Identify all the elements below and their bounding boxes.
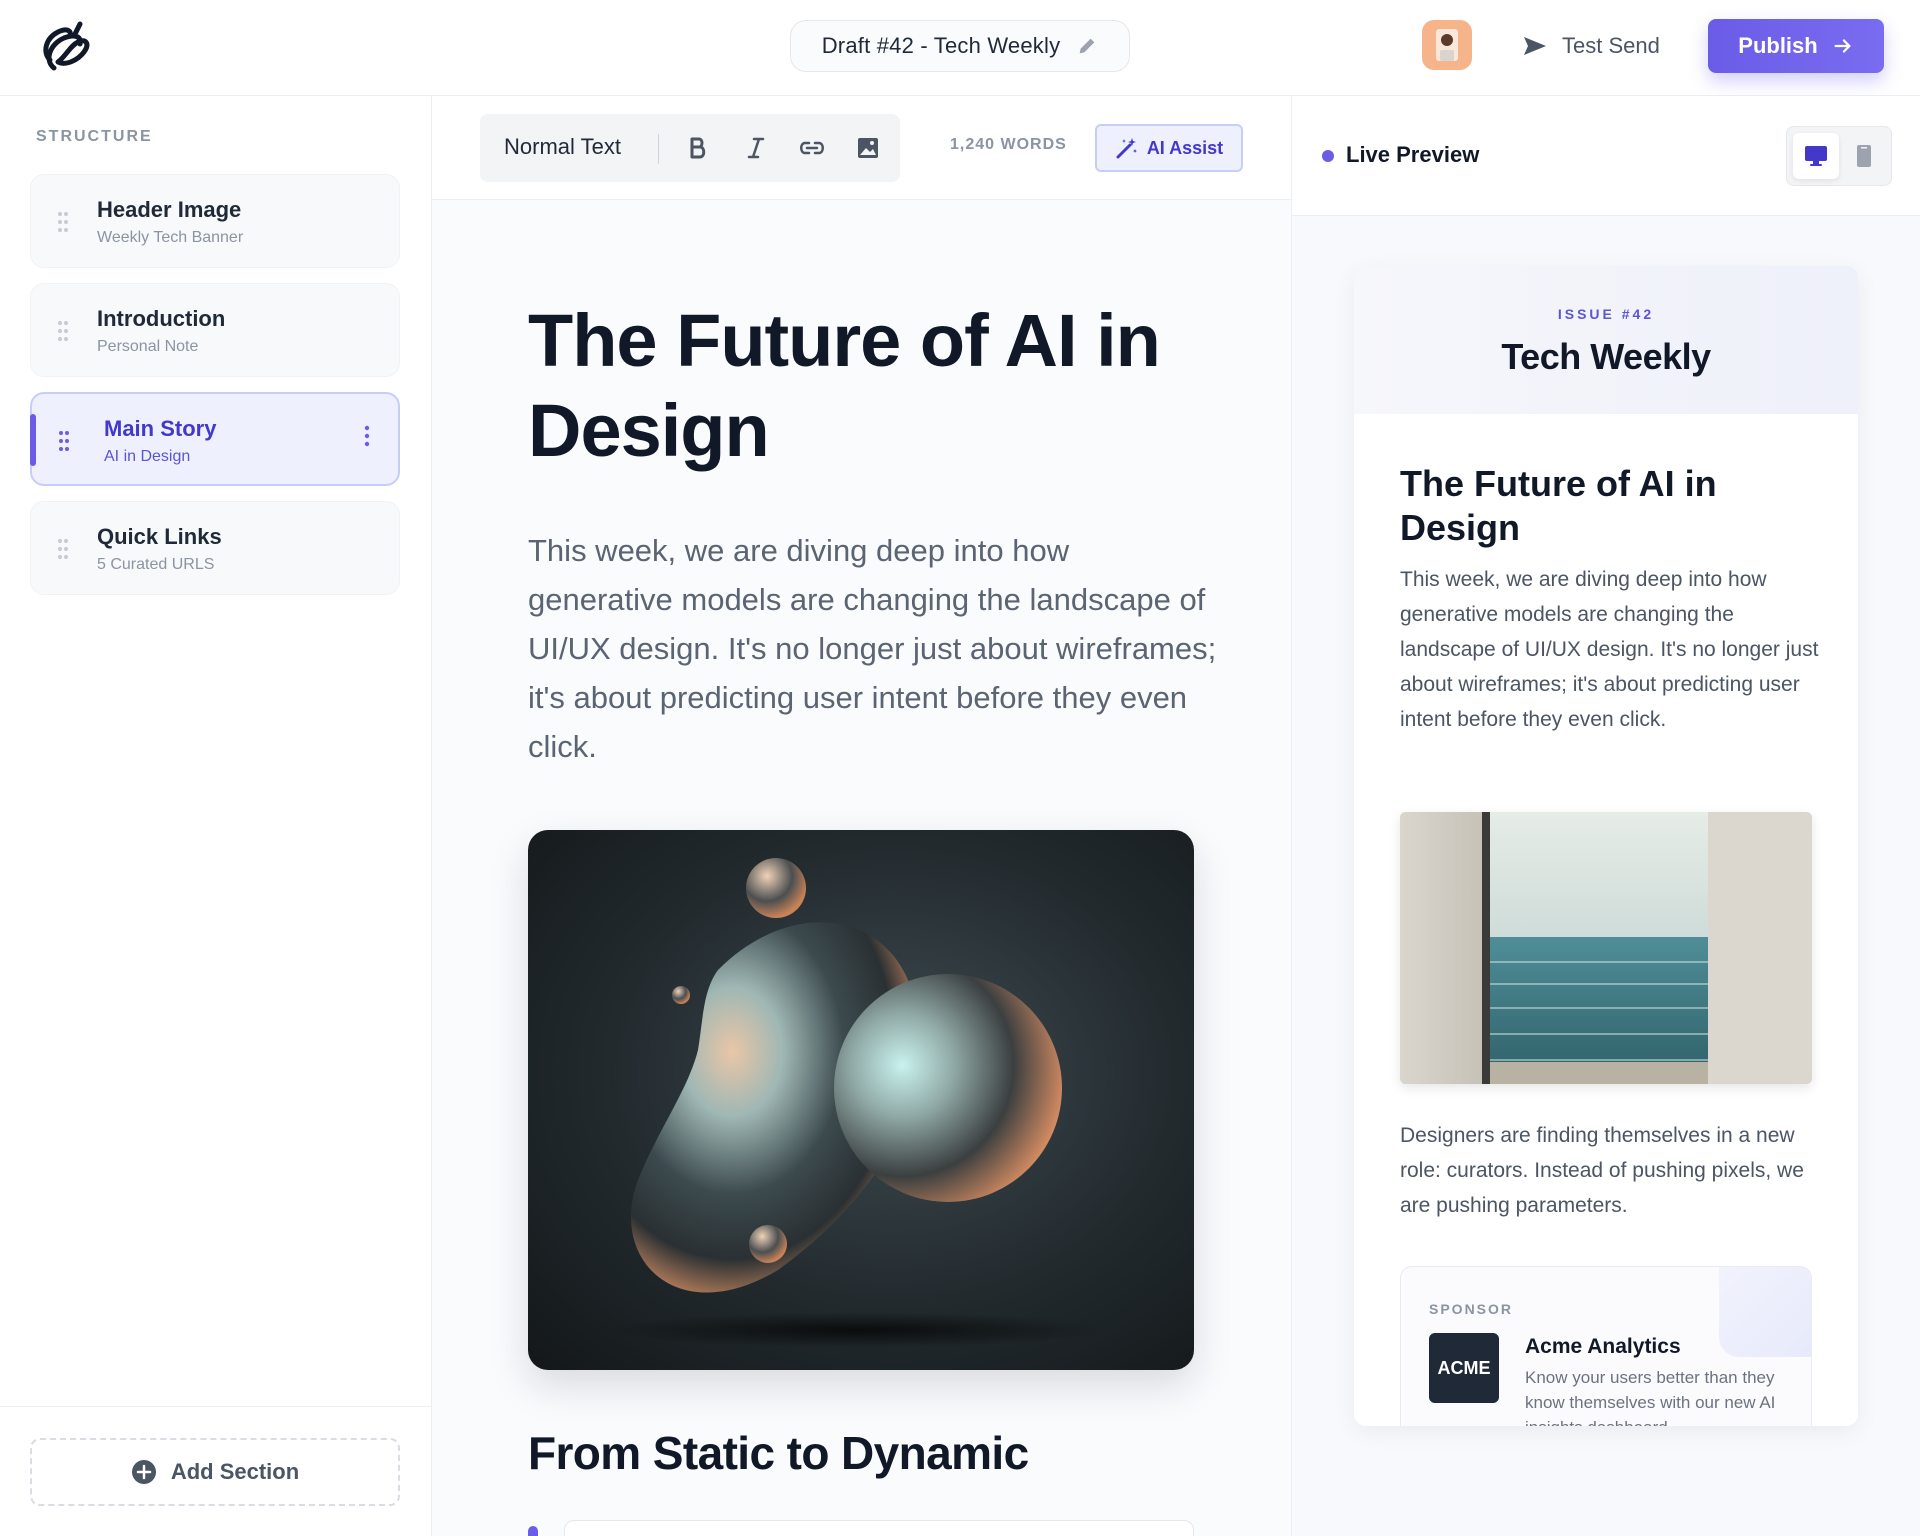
image-button[interactable] <box>848 128 888 168</box>
sidebar-footer-divider <box>0 1406 432 1407</box>
desktop-icon <box>1805 146 1827 166</box>
test-send-label: Test Send <box>1562 33 1660 58</box>
mobile-icon <box>1857 145 1871 167</box>
section-subtitle: Personal Note <box>97 338 199 355</box>
hero-image[interactable] <box>528 830 1194 1370</box>
more-vertical-icon[interactable] <box>364 424 370 448</box>
live-preview-panel: Live Preview ISSUE #42 Tech Weekly The F… <box>1292 96 1920 1536</box>
editor-canvas: Normal Text 1,240 WORDS AI Assist The Fu… <box>432 96 1292 1536</box>
brand-logo-icon[interactable] <box>36 16 92 76</box>
top-bar: Draft #42 - Tech Weekly Test Send Publis… <box>0 0 1920 96</box>
bold-icon <box>690 137 706 159</box>
avatar[interactable] <box>1422 20 1472 70</box>
sidebar-title: STRUCTURE <box>36 128 153 145</box>
email-image <box>1400 812 1812 1084</box>
publish-label: Publish <box>1738 33 1818 58</box>
structure-sidebar: STRUCTURE Header Image Weekly Tech Banne… <box>0 96 432 1536</box>
email-preview: ISSUE #42 Tech Weekly The Future of AI i… <box>1354 266 1858 1426</box>
draft-title-pill[interactable]: Draft #42 - Tech Weekly <box>790 20 1130 72</box>
add-section-button[interactable]: Add Section <box>30 1438 400 1506</box>
sponsor-card[interactable]: SPONSOR ACME Acme Analytics Know your us… <box>1400 1266 1812 1426</box>
drag-handle-icon[interactable] <box>57 211 69 233</box>
sponsor-label: SPONSOR <box>1429 1301 1514 1317</box>
drag-handle-icon[interactable] <box>57 320 69 342</box>
drag-handle-icon[interactable] <box>58 430 70 452</box>
section-item-quick-links[interactable]: Quick Links 5 Curated URLS <box>30 501 400 595</box>
format-toolbar: Normal Text <box>480 114 900 182</box>
sponsor-description: Know your users better than they know th… <box>1525 1368 1776 1426</box>
draft-title: Draft #42 - Tech Weekly <box>821 33 1061 58</box>
desktop-view-button[interactable] <box>1793 133 1839 179</box>
text-style-select[interactable]: Normal Text <box>504 134 621 160</box>
user-avatar-icon <box>1436 29 1458 61</box>
preview-header: Live Preview <box>1292 96 1920 216</box>
article-title[interactable]: The Future of AI in Design <box>528 296 1208 476</box>
mobile-view-button[interactable] <box>1841 133 1887 179</box>
email-header: ISSUE #42 Tech Weekly <box>1354 266 1858 414</box>
link-icon <box>800 141 824 155</box>
image-icon <box>858 138 878 158</box>
section-name: Header Image <box>97 197 242 222</box>
toolbar-divider <box>658 134 659 164</box>
section-name: Main Story <box>104 416 217 441</box>
live-status-dot <box>1322 150 1334 162</box>
italic-icon <box>747 137 765 159</box>
ocean-window-image <box>1400 812 1812 1084</box>
drag-handle-icon[interactable] <box>57 538 69 560</box>
live-preview-label: Live Preview <box>1346 142 1480 167</box>
magic-wand-icon <box>1116 138 1137 159</box>
ai-assist-label: AI Assist <box>1146 137 1224 158</box>
section-item-introduction[interactable]: Introduction Personal Note <box>30 283 400 377</box>
email-body-text: Designers are finding themselves in a ne… <box>1400 1124 1804 1217</box>
test-send-button[interactable]: Test Send <box>1522 26 1660 66</box>
publish-button[interactable]: Publish <box>1708 19 1884 73</box>
italic-button[interactable] <box>736 128 776 168</box>
content-block[interactable] <box>564 1520 1194 1536</box>
issue-number: ISSUE #42 <box>1557 306 1655 322</box>
section-subtitle: Weekly Tech Banner <box>97 229 244 246</box>
arrow-right-icon <box>1834 39 1851 53</box>
ai-assist-button[interactable]: AI Assist <box>1095 124 1243 172</box>
article-subheading[interactable]: From Static to Dynamic <box>528 1426 1029 1480</box>
editor-toolbar: Normal Text 1,240 WORDS AI Assist <box>432 96 1291 200</box>
sponsor-logo: ACME <box>1429 1333 1499 1403</box>
word-count: 1,240 WORDS <box>950 136 1067 153</box>
email-article-title: The Future of AI in Design <box>1400 463 1717 548</box>
list-marker <box>528 1526 538 1536</box>
plus-circle-icon <box>131 1460 156 1484</box>
section-name: Quick Links <box>97 524 222 549</box>
link-button[interactable] <box>792 128 832 168</box>
abstract-spheres-image <box>608 858 1108 1348</box>
article-intro[interactable]: This week, we are diving deep into how g… <box>528 526 1218 771</box>
device-toggle <box>1786 126 1892 186</box>
bold-button[interactable] <box>678 128 718 168</box>
section-subtitle: 5 Curated URLS <box>97 556 215 573</box>
section-name: Introduction <box>97 306 226 331</box>
section-item-main-story[interactable]: Main Story AI in Design <box>30 392 400 486</box>
section-subtitle: AI in Design <box>104 448 191 465</box>
add-section-label: Add Section <box>170 1459 300 1484</box>
section-item-header-image[interactable]: Header Image Weekly Tech Banner <box>30 174 400 268</box>
sponsor-decoration <box>1719 1267 1811 1357</box>
newsletter-name: Tech Weekly <box>1501 336 1711 377</box>
sponsor-name: Acme Analytics <box>1525 1335 1681 1358</box>
send-icon <box>1524 37 1546 55</box>
pencil-icon[interactable] <box>1076 35 1098 57</box>
email-article-intro: This week, we are diving deep into how g… <box>1400 568 1819 731</box>
